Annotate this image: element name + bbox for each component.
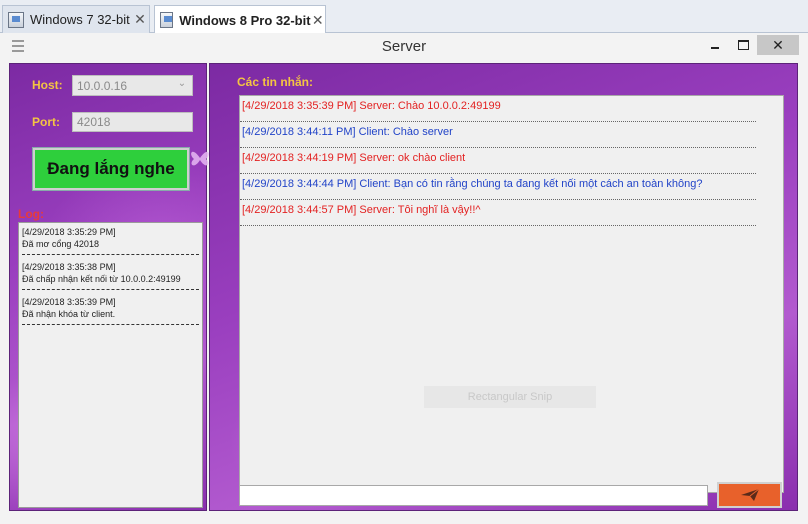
message-input[interactable] bbox=[239, 485, 708, 506]
message-item: [4/29/2018 3:44:19 PM] Server: ok chào c… bbox=[240, 148, 756, 174]
log-entry: [4/29/2018 3:35:39 PM] Đã nhận khóa từ c… bbox=[22, 296, 199, 325]
message-item: [4/29/2018 3:35:39 PM] Server: Chào 10.0… bbox=[240, 96, 756, 122]
port-input[interactable]: 42018 bbox=[72, 112, 193, 132]
log-time: [4/29/2018 3:35:29 PM] bbox=[22, 227, 116, 237]
listen-button[interactable]: Đang lắng nghe bbox=[32, 147, 190, 191]
host-value: 10.0.0.16 bbox=[77, 79, 128, 93]
vm-icon bbox=[8, 11, 24, 28]
log-label: Log: bbox=[18, 207, 44, 221]
close-icon[interactable]: ✕ bbox=[311, 12, 325, 29]
chevron-down-icon[interactable]: ⌄ bbox=[175, 78, 189, 89]
log-entry: [4/29/2018 3:35:29 PM] Đã mơ cổng 42018 bbox=[22, 226, 199, 255]
host-label: Host: bbox=[32, 78, 63, 92]
host-tab-strip: Windows 7 32-bit ✕ Windows 8 Pro 32-bit … bbox=[0, 0, 808, 34]
messages-label: Các tin nhắn: bbox=[237, 75, 314, 89]
message-item: [4/29/2018 3:44:57 PM] Server: Tôi nghĩ … bbox=[240, 200, 756, 226]
server-window: Server ✕ Host: 10.0.0.16 ⌄ Port: 42018 Đ… bbox=[0, 33, 808, 524]
log-text: Đã nhận khóa từ client. bbox=[22, 309, 116, 319]
log-time: [4/29/2018 3:35:39 PM] bbox=[22, 297, 116, 307]
tab-label: Windows 8 Pro 32-bit bbox=[179, 12, 311, 28]
window-title: Server bbox=[381, 38, 427, 55]
close-icon[interactable]: ✕ bbox=[131, 11, 149, 28]
send-icon bbox=[740, 488, 759, 501]
log-entry: [4/29/2018 3:35:38 PM] Đã chấp nhận kết … bbox=[22, 261, 199, 290]
log-text: Đã chấp nhận kết nối từ 10.0.0.2:49199 bbox=[22, 274, 181, 284]
message-item: [4/29/2018 3:44:44 PM] Client: Bạn có ti… bbox=[240, 174, 756, 200]
message-item: [4/29/2018 3:44:11 PM] Client: Chào serv… bbox=[240, 122, 756, 148]
close-button[interactable]: ✕ bbox=[757, 35, 799, 55]
title-bar: Server ✕ bbox=[0, 33, 808, 61]
connection-panel: Host: 10.0.0.16 ⌄ Port: 42018 Đang lắng … bbox=[9, 63, 209, 511]
send-button[interactable] bbox=[717, 482, 782, 508]
maximize-button[interactable] bbox=[731, 35, 755, 55]
host-select[interactable]: 10.0.0.16 ⌄ bbox=[72, 75, 193, 96]
message-list[interactable]: [4/29/2018 3:35:39 PM] Server: Chào 10.0… bbox=[239, 95, 784, 493]
tab-label: Windows 7 32-bit bbox=[30, 12, 130, 27]
snip-overlay: Rectangular Snip bbox=[424, 386, 596, 408]
minimize-button[interactable] bbox=[703, 35, 727, 55]
log-text: Đã mơ cổng 42018 bbox=[22, 239, 99, 249]
chat-panel: Các tin nhắn: [4/29/2018 3:35:39 PM] Ser… bbox=[209, 63, 798, 511]
log-time: [4/29/2018 3:35:38 PM] bbox=[22, 262, 116, 272]
tab-windows-8[interactable]: Windows 8 Pro 32-bit ✕ bbox=[154, 5, 326, 34]
log-list[interactable]: [4/29/2018 3:35:29 PM] Đã mơ cổng 42018 … bbox=[18, 222, 203, 508]
tab-windows-7[interactable]: Windows 7 32-bit ✕ bbox=[2, 5, 150, 33]
vm-icon bbox=[160, 12, 174, 28]
port-label: Port: bbox=[32, 115, 60, 129]
